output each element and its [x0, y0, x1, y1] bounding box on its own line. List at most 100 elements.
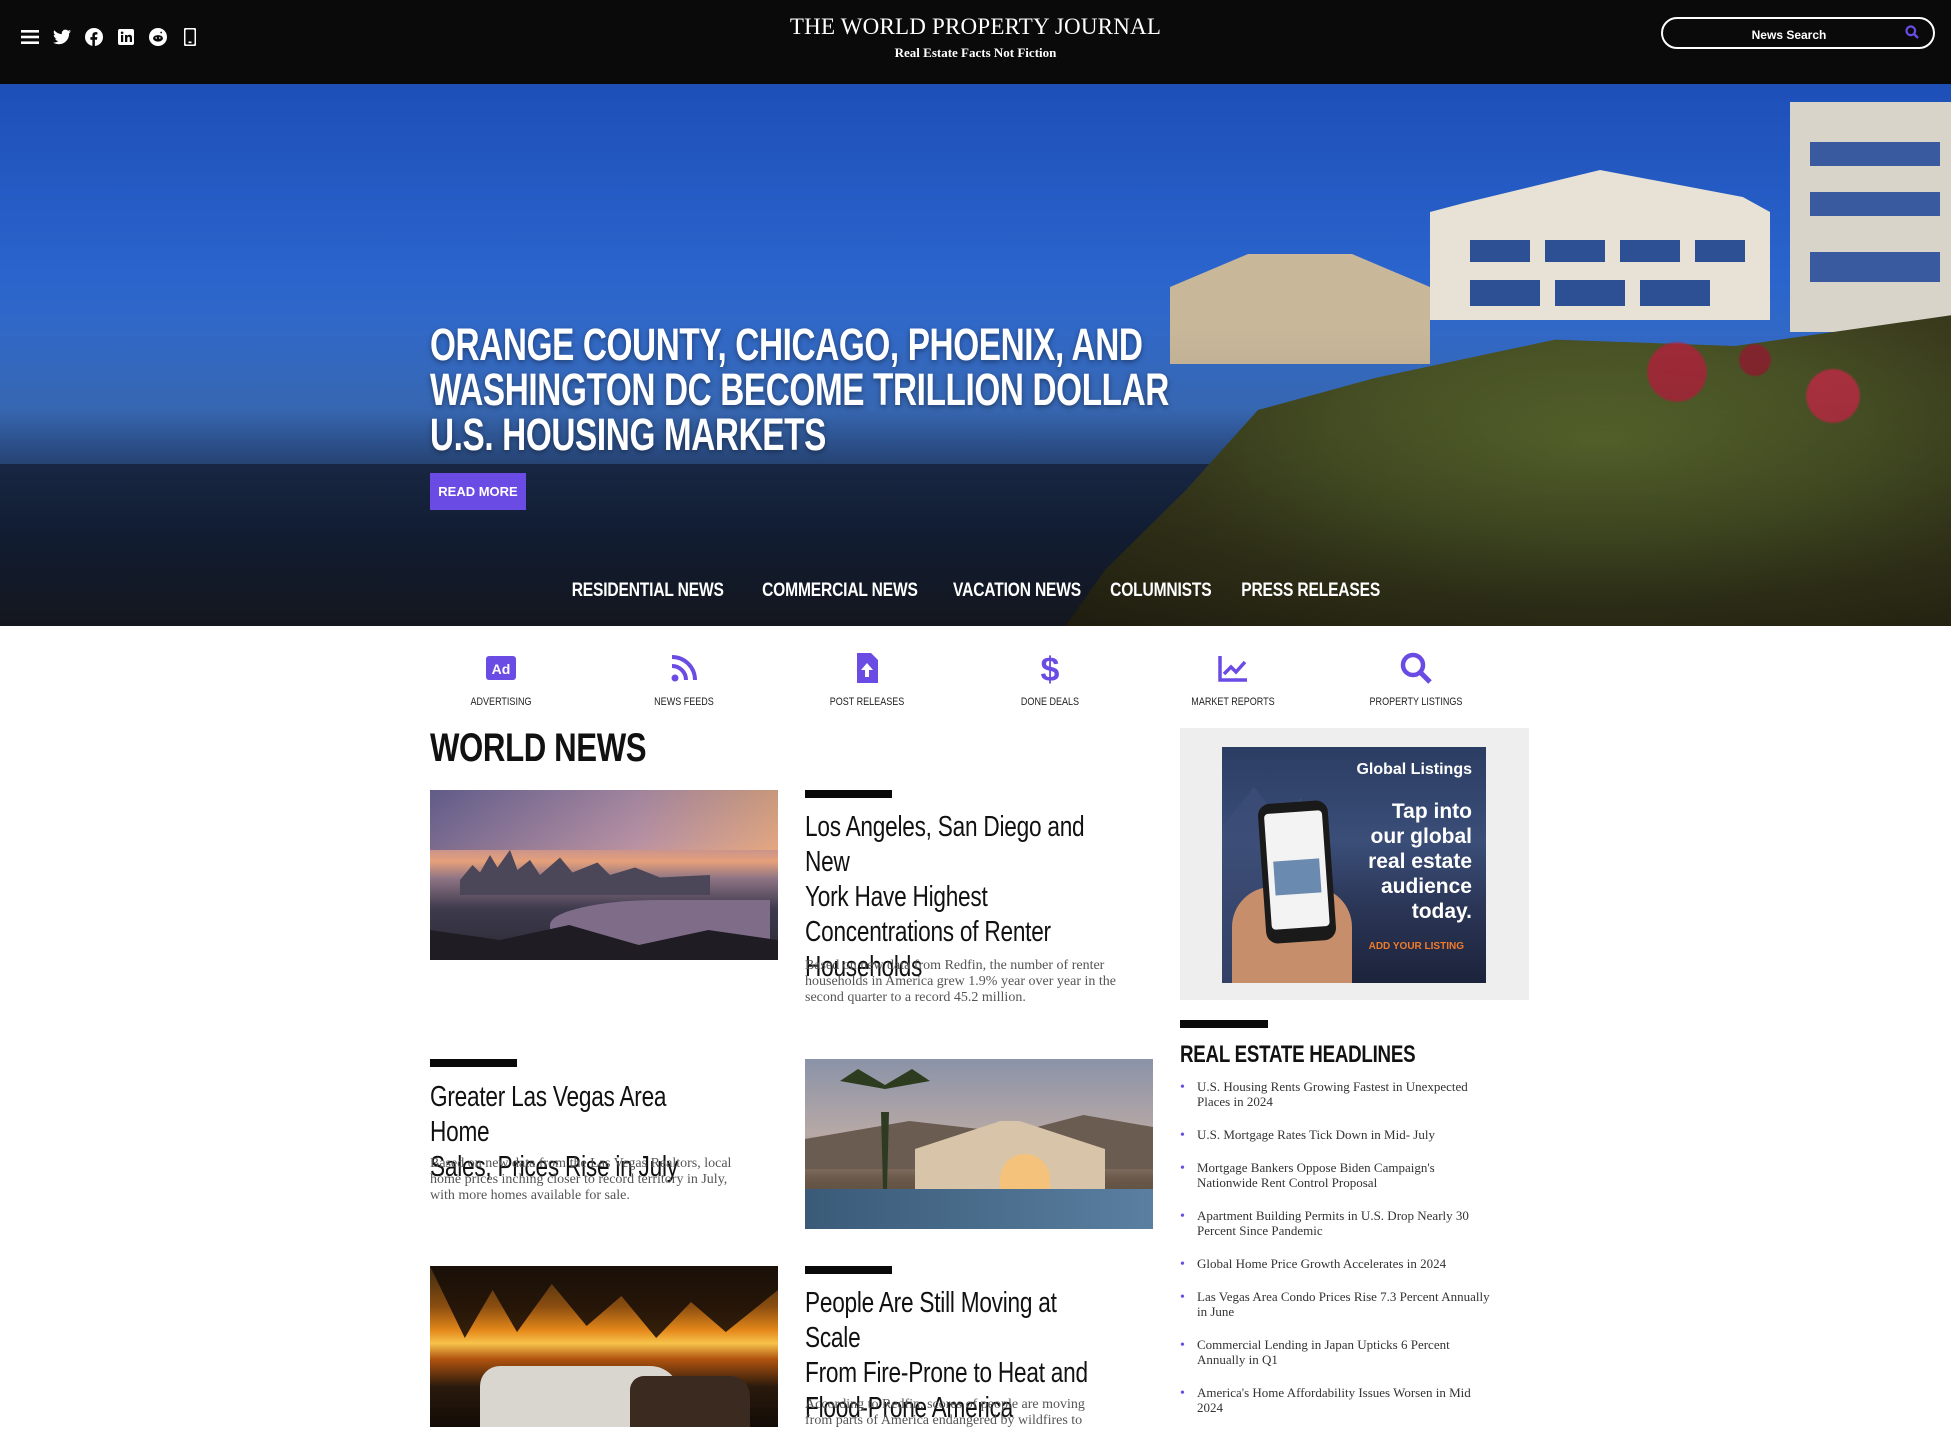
headline-item[interactable]: • America's Home Affordability Issues Wor…: [1180, 1385, 1532, 1415]
service-post-releases[interactable]: POST RELEASES: [797, 650, 937, 708]
article-title-line: Los Angeles, San Diego and New: [805, 811, 1085, 878]
article-summary-line: second quarter to a record 45.2 million.: [805, 990, 1026, 1005]
article-divider: [805, 1266, 892, 1274]
article-title-line: People Are Still Moving at Scale: [805, 1287, 1057, 1354]
article-title-line: York Have Highest: [805, 881, 988, 913]
headline-item[interactable]: • Las Vegas Area Condo Prices Rise 7.3 Pe…: [1180, 1289, 1532, 1319]
bullet-icon: •: [1180, 1161, 1185, 1176]
headline-line: Places in 2024: [1197, 1094, 1273, 1109]
service-news-feeds[interactable]: NEWS FEEDS: [614, 650, 754, 708]
headlines-list: • U.S. Housing Rents Growing Fastest in U…: [1180, 1079, 1532, 1433]
headline-link[interactable]: Global Home Price Growth Accelerates in …: [1197, 1256, 1446, 1271]
headline-line: Global Home Price Growth Accelerates in …: [1197, 1256, 1447, 1271]
svg-text:$: $: [1041, 651, 1060, 686]
headline-line: Annually in Q1: [1197, 1352, 1278, 1367]
service-label: NEWS FEEDS: [654, 696, 714, 708]
bullet-icon: •: [1180, 1257, 1185, 1272]
bullet-icon: •: [1180, 1080, 1185, 1095]
bullet-icon: •: [1180, 1290, 1185, 1305]
service-advertising[interactable]: Ad ADVERTISING: [431, 650, 571, 708]
headline-line: Las Vegas Area Condo Prices Rise 7.3 Per…: [1197, 1289, 1490, 1304]
svg-text:Ad: Ad: [492, 661, 511, 677]
article-summary-line: home prices inching closer to record ter…: [430, 1172, 728, 1187]
site-brand[interactable]: THE WORLD PROPERTY JOURNAL Real Estate F…: [0, 14, 1951, 61]
article-title-line: From Fire-Prone to Heat and: [805, 1357, 1088, 1389]
headlines-title: REAL ESTATE HEADLINES: [1180, 1041, 1416, 1068]
headline-line: Nationwide Rent Control Proposal: [1197, 1175, 1378, 1190]
ad-tagline-line: audience: [1380, 875, 1472, 898]
search-icon[interactable]: [1905, 25, 1919, 39]
nav-residential-news[interactable]: RESIDENTIAL NEWS: [572, 580, 724, 602]
news-search[interactable]: [1661, 17, 1935, 49]
headline-item[interactable]: • U.S. Housing Rents Growing Fastest in U…: [1180, 1079, 1532, 1109]
headline-line: Mortgage Bankers Oppose Biden Campaign's: [1197, 1160, 1435, 1175]
article-summary-line: Based on new data from the Las Vegas Rea…: [430, 1156, 732, 1171]
hero-headline[interactable]: ORANGE COUNTY, CHICAGO, PHOENIX, AND WAS…: [430, 322, 1169, 457]
sidebar-ad-box: Global Listings Tap into our global real…: [1180, 728, 1529, 1000]
service-label: ADVERTISING: [470, 696, 532, 708]
headline-line: U.S. Mortgage Rates Tick Down in Mid- Ju…: [1197, 1127, 1435, 1142]
bullet-icon: •: [1180, 1386, 1185, 1401]
article-image-las-vegas[interactable]: [805, 1059, 1153, 1229]
service-market-reports[interactable]: MARKET REPORTS: [1163, 650, 1303, 708]
headline-line: 2024: [1197, 1400, 1223, 1415]
phone-image: [1257, 799, 1337, 945]
headline-link[interactable]: U.S. Housing Rents Growing Fastest in Un…: [1197, 1079, 1468, 1109]
search-input[interactable]: [1677, 24, 1901, 46]
article-summary: According to Redfin, scores of people ar…: [805, 1397, 1165, 1429]
world-news-title: WORLD NEWS: [430, 726, 647, 770]
ad-tagline-line: today.: [1411, 900, 1472, 923]
nav-press-releases[interactable]: PRESS RELEASES: [1242, 580, 1381, 602]
article-image-los-angeles[interactable]: [430, 790, 778, 960]
site-title[interactable]: THE WORLD PROPERTY JOURNAL: [0, 14, 1951, 40]
add-your-listing-link[interactable]: ADD YOUR LISTING: [1369, 941, 1464, 952]
headline-item[interactable]: • Apartment Building Permits in U.S. Drop…: [1180, 1208, 1532, 1238]
chart-line-icon: [1218, 656, 1247, 682]
nav-commercial-news[interactable]: COMMERCIAL NEWS: [762, 580, 918, 602]
ad-tagline-line: real estate: [1368, 850, 1472, 873]
article-divider: [805, 790, 892, 798]
headline-link[interactable]: U.S. Mortgage Rates Tick Down in Mid- Ju…: [1197, 1127, 1435, 1142]
article-summary-line: households in America grew 1.9% year ove…: [805, 974, 1117, 989]
headline-line: Commercial Lending in Japan Upticks 6 Pe…: [1197, 1337, 1450, 1352]
headline-line: America's Home Affordability Issues Wors…: [1197, 1385, 1471, 1400]
service-label: MARKET REPORTS: [1191, 696, 1275, 708]
headline-item[interactable]: • U.S. Mortgage Rates Tick Down in Mid- J…: [1180, 1127, 1532, 1143]
headline-link[interactable]: America's Home Affordability Issues Wors…: [1197, 1385, 1471, 1415]
nav-vacation-news[interactable]: VACATION NEWS: [953, 580, 1081, 602]
headline-line: U.S. Housing Rents Growing Fastest in Un…: [1197, 1079, 1468, 1094]
service-done-deals[interactable]: $ DONE DEALS: [980, 650, 1120, 708]
ad-tagline: Tap into our global real estate audience…: [1332, 799, 1472, 924]
article-summary: Based on new data from the Las Vegas Rea…: [430, 1156, 790, 1204]
site-tagline: Real Estate Facts Not Fiction: [894, 45, 1057, 60]
hero-headline-line: ORANGE COUNTY, CHICAGO, PHOENIX, AND: [430, 319, 1143, 370]
article-title-line: Greater Las Vegas Area Home: [430, 1081, 667, 1148]
article-divider: [430, 1059, 517, 1067]
headline-item[interactable]: • Commercial Lending in Japan Upticks 6 P…: [1180, 1337, 1532, 1367]
headline-line: Apartment Building Permits in U.S. Drop …: [1197, 1208, 1469, 1223]
article-summary-line: Based on new data from Redfin, the numbe…: [805, 958, 1105, 973]
global-listings-ad[interactable]: Global Listings Tap into our global real…: [1222, 747, 1486, 983]
headline-item[interactable]: • Mortgage Bankers Oppose Biden Campaign'…: [1180, 1160, 1532, 1190]
main-nav: RESIDENTIAL NEWS COMMERCIAL NEWS VACATIO…: [0, 580, 1951, 602]
headline-link[interactable]: Las Vegas Area Condo Prices Rise 7.3 Per…: [1197, 1289, 1490, 1319]
article-summary-line: from parts of America endangered by wild…: [805, 1413, 1083, 1428]
service-label: PROPERTY LISTINGS: [1369, 696, 1463, 708]
article-title-line: Concentrations of Renter: [805, 916, 1051, 948]
headline-line: Percent Since Pandemic: [1197, 1223, 1323, 1238]
search-icon: [1400, 652, 1432, 684]
headline-link[interactable]: Mortgage Bankers Oppose Biden Campaign's…: [1197, 1160, 1435, 1190]
article-image-wildfire[interactable]: [430, 1266, 778, 1427]
headline-link[interactable]: Apartment Building Permits in U.S. Drop …: [1197, 1208, 1469, 1238]
service-property-listings[interactable]: PROPERTY LISTINGS: [1346, 650, 1486, 708]
article-summary-line: According to Redfin, scores of people ar…: [805, 1397, 1085, 1412]
top-bar: THE WORLD PROPERTY JOURNAL Real Estate F…: [0, 0, 1951, 84]
read-more-button[interactable]: READ MORE: [430, 473, 526, 510]
ad-tagline-line: Tap into: [1391, 800, 1472, 823]
headline-item[interactable]: • Global Home Price Growth Accelerates in…: [1180, 1256, 1532, 1272]
headline-link[interactable]: Commercial Lending in Japan Upticks 6 Pe…: [1197, 1337, 1450, 1367]
hero-headline-line: WASHINGTON DC BECOME TRILLION DOLLAR: [430, 364, 1169, 415]
service-links: Ad ADVERTISING NEWS FEEDS POST RELEASES …: [430, 650, 1530, 716]
nav-columnists[interactable]: COLUMNISTS: [1110, 580, 1212, 602]
bullet-icon: •: [1180, 1209, 1185, 1224]
